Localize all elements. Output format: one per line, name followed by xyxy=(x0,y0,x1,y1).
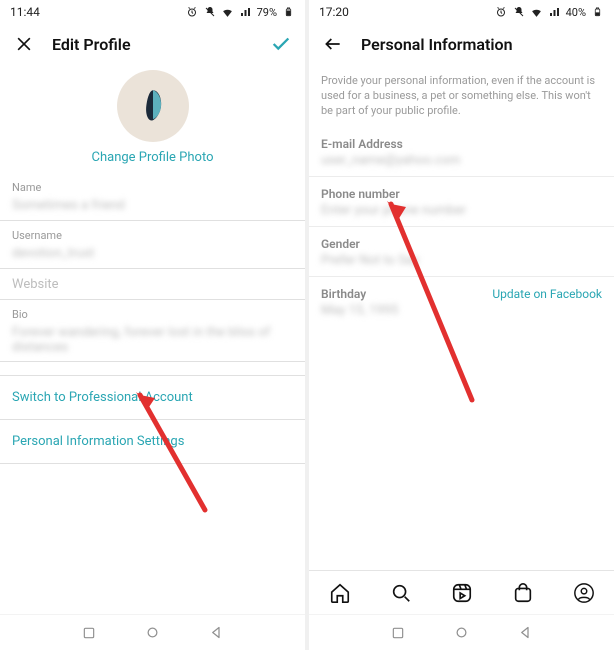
field-value: Sometimes a friend xyxy=(12,198,293,214)
birthday-label: Birthday xyxy=(321,287,398,301)
birthday-value[interactable]: May 15, 1995 xyxy=(321,303,398,318)
reels-icon[interactable] xyxy=(451,582,473,604)
status-right: 79% xyxy=(185,5,295,19)
field-value: devotion_trust xyxy=(12,246,293,262)
overview-button[interactable] xyxy=(389,624,407,642)
gender-value[interactable]: Prefer Not to Say xyxy=(309,253,614,276)
field-value: Website xyxy=(12,277,293,293)
status-bar: 11:44 79% xyxy=(0,0,305,24)
wifi-icon xyxy=(530,5,544,19)
switch-professional-link[interactable]: Switch to Professional Account xyxy=(0,376,305,420)
system-nav-bar xyxy=(309,614,614,650)
shop-icon[interactable] xyxy=(512,582,534,604)
description-text: Provide your personal information, even … xyxy=(309,64,614,127)
mute-icon xyxy=(512,5,526,19)
battery-icon xyxy=(590,5,604,19)
update-facebook-link[interactable]: Update on Facebook xyxy=(492,287,602,301)
battery-icon xyxy=(281,5,295,19)
profile-icon[interactable] xyxy=(573,582,595,604)
page-title: Personal Information xyxy=(361,35,513,54)
website-field[interactable]: Website xyxy=(0,269,305,300)
field-label: Name xyxy=(12,181,293,194)
title-bar: Personal Information xyxy=(309,24,614,64)
alarm-icon xyxy=(494,5,508,19)
avatar-section: Change Profile Photo xyxy=(0,64,305,173)
status-time: 17:20 xyxy=(319,5,349,19)
signal-icon xyxy=(548,5,562,19)
back-icon[interactable] xyxy=(321,32,345,56)
phone-value[interactable]: Enter your phone number xyxy=(309,203,614,226)
home-button[interactable] xyxy=(453,624,471,642)
close-icon[interactable] xyxy=(12,32,36,56)
wifi-icon xyxy=(221,5,235,19)
bio-field[interactable]: Bio Forever wandering, forever lost in t… xyxy=(0,300,305,362)
mute-icon xyxy=(203,5,217,19)
email-label: E-mail Address xyxy=(309,127,614,153)
birthday-row: Birthday May 15, 1995 Update on Facebook xyxy=(309,277,614,326)
back-button[interactable] xyxy=(208,624,226,642)
gender-label: Gender xyxy=(309,227,614,253)
email-value[interactable]: user_name@yahoo.com xyxy=(309,153,614,176)
field-label: Username xyxy=(12,229,293,242)
phone-label: Phone number xyxy=(309,177,614,203)
home-icon[interactable] xyxy=(329,582,351,604)
back-button[interactable] xyxy=(517,624,535,642)
left-screen: 11:44 79% Edit Profile Chan xyxy=(0,0,305,650)
status-bar: 17:20 40% xyxy=(309,0,614,24)
name-field[interactable]: Name Sometimes a friend xyxy=(0,173,305,221)
status-time: 11:44 xyxy=(10,5,40,19)
confirm-icon[interactable] xyxy=(269,32,293,56)
bottom-nav xyxy=(309,570,614,614)
change-photo-link[interactable]: Change Profile Photo xyxy=(92,150,214,165)
avatar[interactable] xyxy=(117,70,189,142)
field-label: Bio xyxy=(12,308,293,321)
status-battery: 40% xyxy=(566,6,586,19)
overview-button[interactable] xyxy=(80,624,98,642)
field-value: Forever wandering, forever lost in the b… xyxy=(12,325,293,355)
signal-icon xyxy=(239,5,253,19)
system-nav-bar xyxy=(0,614,305,650)
home-button[interactable] xyxy=(144,624,162,642)
content-area: Change Profile Photo Name Sometimes a fr… xyxy=(0,64,305,614)
status-battery: 79% xyxy=(257,6,277,19)
personal-information-link[interactable]: Personal Information Settings xyxy=(0,420,305,464)
content-area: Provide your personal information, even … xyxy=(309,64,614,570)
page-title: Edit Profile xyxy=(52,35,131,54)
alarm-icon xyxy=(185,5,199,19)
username-field[interactable]: Username devotion_trust xyxy=(0,221,305,269)
title-bar: Edit Profile xyxy=(0,24,305,64)
status-right: 40% xyxy=(494,5,604,19)
search-icon[interactable] xyxy=(390,582,412,604)
right-screen: 17:20 40% Personal Information Provide y… xyxy=(309,0,614,650)
